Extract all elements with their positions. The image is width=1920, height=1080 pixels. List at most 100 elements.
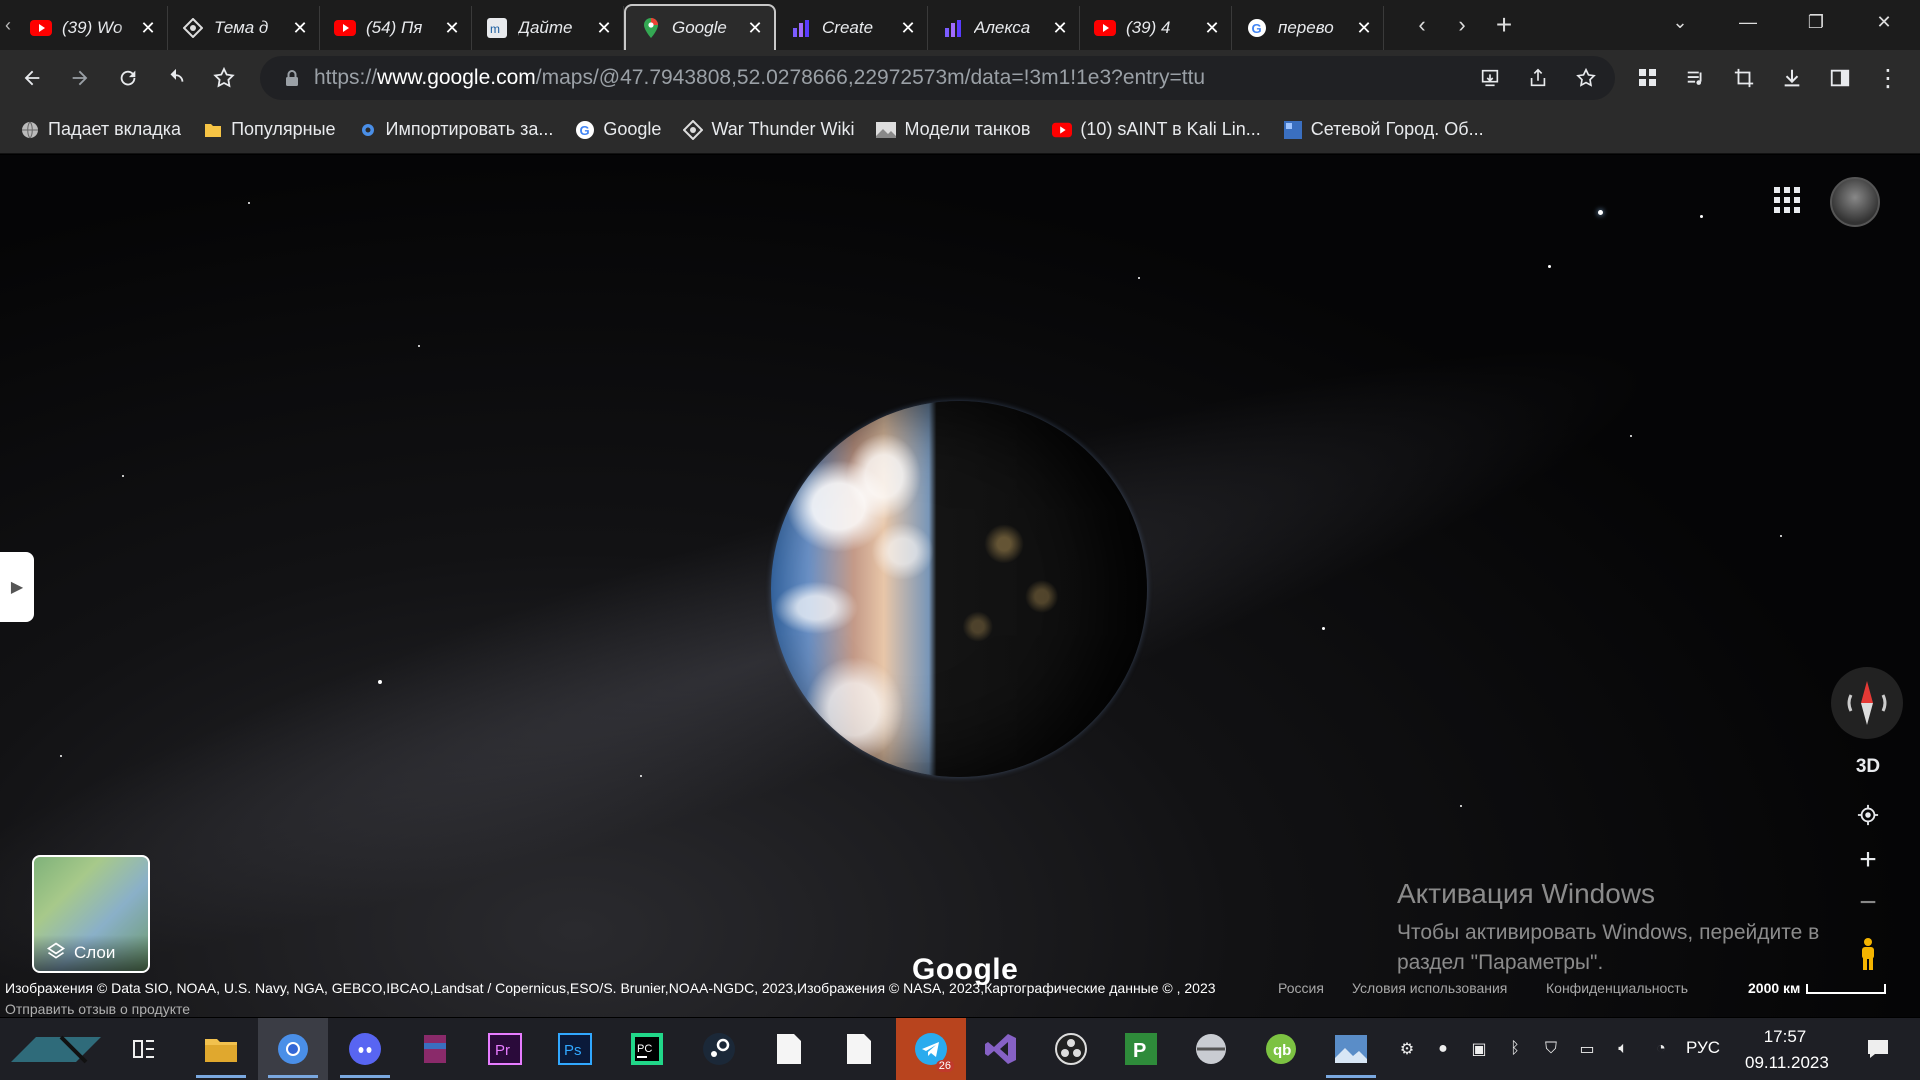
qbittorrent-icon[interactable]: qb <box>1246 1018 1316 1080</box>
security-shield-icon[interactable]: ⛉ <box>1536 1018 1566 1080</box>
bookmark-item[interactable]: War Thunder Wiki <box>683 119 854 140</box>
tab-close-icon[interactable]: ✕ <box>1355 18 1373 39</box>
tab-search-chevron-icon[interactable]: ⌄ <box>1646 0 1714 44</box>
bluetooth-icon[interactable]: ᛒ <box>1500 1018 1530 1080</box>
tab-close-icon[interactable]: ✕ <box>1051 18 1069 39</box>
forward-button[interactable] <box>60 50 100 106</box>
privacy-link[interactable]: Конфиденциальность <box>1546 980 1688 996</box>
extensions-grid-icon[interactable] <box>1628 50 1668 106</box>
tab-close-icon[interactable]: ✕ <box>595 18 613 39</box>
toggle-3d-button[interactable]: 3D <box>1845 747 1891 787</box>
browser-tab[interactable]: Gперево ✕ <box>1232 6 1384 50</box>
document-icon[interactable] <box>754 1018 824 1080</box>
zoom-in-button[interactable]: + <box>1845 839 1891 881</box>
browser-tab[interactable]: Алекса ✕ <box>928 6 1080 50</box>
street-view-pegman-icon[interactable] <box>1845 930 1891 980</box>
expand-sidebar-button[interactable]: ▶ <box>0 552 34 622</box>
tab-close-icon[interactable]: ✕ <box>291 18 309 39</box>
layers-button[interactable]: Слои <box>32 855 150 973</box>
start-button[interactable] <box>0 1018 112 1080</box>
map-scale[interactable]: 2000 км <box>1748 980 1887 996</box>
tray-app-icon[interactable]: ⚙ <box>1392 1018 1422 1080</box>
bookmark-item[interactable]: Сетевой Город. Об... <box>1283 119 1484 140</box>
lock-icon[interactable] <box>270 69 314 87</box>
country-link[interactable]: Россия <box>1278 980 1324 996</box>
download-icon[interactable] <box>1772 50 1812 106</box>
image-viewer-icon[interactable] <box>1316 1018 1386 1080</box>
tab-scroll-back-button[interactable]: ‹ <box>1402 0 1442 50</box>
pycharm-icon[interactable]: PC <box>612 1018 682 1080</box>
tab-close-icon[interactable]: ✕ <box>746 18 764 39</box>
address-bar[interactable]: https://www.google.com/maps/@47.7943808,… <box>260 56 1615 100</box>
tab-close-icon[interactable]: ✕ <box>139 18 157 39</box>
bookmark-item[interactable]: Падает вкладка <box>20 119 181 140</box>
telegram-icon[interactable]: 26 <box>896 1018 966 1080</box>
minimize-button[interactable]: — <box>1714 0 1782 44</box>
restore-button[interactable]: ❐ <box>1782 0 1850 44</box>
browser-tab[interactable]: (39) 4 ✕ <box>1080 6 1232 50</box>
tab-close-icon[interactable]: ✕ <box>1203 18 1221 39</box>
system-clock[interactable]: 17:57 09.11.2023 <box>1745 1024 1829 1076</box>
notifications-icon[interactable] <box>1855 1018 1901 1080</box>
bookmark-item[interactable]: G Google <box>575 119 661 140</box>
bookmark-label: Импортировать за... <box>385 119 554 139</box>
volume-icon[interactable]: 🔈︎ <box>1608 1018 1638 1080</box>
winrar-icon[interactable] <box>400 1018 470 1080</box>
bookmark-item[interactable]: (10) sAINT в Kali Lin... <box>1052 119 1261 140</box>
close-window-button[interactable]: ✕ <box>1850 0 1918 44</box>
discord-icon[interactable] <box>330 1018 400 1080</box>
steam-icon[interactable] <box>684 1018 754 1080</box>
browser-tab[interactable]: m Дайте ✕ <box>472 6 624 50</box>
browser-tab[interactable]: (54) Пя ✕ <box>320 6 472 50</box>
terms-link[interactable]: Условия использования <box>1352 980 1507 996</box>
browser-tab[interactable]: Тема д ✕ <box>168 6 320 50</box>
obs-icon[interactable] <box>1036 1018 1106 1080</box>
document-icon-2[interactable] <box>824 1018 894 1080</box>
compass-button[interactable] <box>1831 667 1903 739</box>
browser-menu-icon[interactable]: ⋮ <box>1868 50 1908 106</box>
tray-office-icon[interactable]: ▣ <box>1464 1018 1494 1080</box>
side-panel-icon[interactable] <box>1820 50 1860 106</box>
earth-globe[interactable] <box>771 401 1147 777</box>
undo-icon[interactable] <box>156 50 196 106</box>
photoshop-icon[interactable]: Ps <box>540 1018 610 1080</box>
task-view-icon[interactable] <box>114 1018 174 1080</box>
pro-app-icon[interactable] <box>1176 1018 1246 1080</box>
reload-button[interactable] <box>108 50 148 106</box>
bookmark-star-icon[interactable] <box>204 50 244 106</box>
tab-close-icon[interactable]: ✕ <box>899 18 917 39</box>
map-footer: Изображения © Data SIO, NOAA, U.S. Navy,… <box>0 977 1920 1017</box>
bookmark-page-star-icon[interactable] <box>1566 50 1606 106</box>
url-text[interactable]: https://www.google.com/maps/@47.7943808,… <box>314 66 1205 90</box>
tab-scroll-left-button[interactable]: ‹ <box>0 0 16 50</box>
project-p-icon[interactable]: P <box>1106 1018 1176 1080</box>
file-explorer-icon[interactable] <box>186 1018 256 1080</box>
crop-icon[interactable] <box>1724 50 1764 106</box>
maps-pin-icon <box>640 17 662 39</box>
browser-tab[interactable]: Create ✕ <box>776 6 928 50</box>
back-button[interactable] <box>12 50 52 106</box>
bookmark-item[interactable]: Популярные <box>203 119 336 140</box>
send-feedback-link[interactable]: Отправить отзыв о продукте <box>5 1001 190 1017</box>
language-indicator[interactable]: РУС <box>1686 1038 1720 1058</box>
bookmark-item[interactable]: Импортировать за... <box>358 119 554 140</box>
chrome-taskbar-icon[interactable] <box>258 1018 328 1080</box>
tab-active[interactable]: Google ✕ <box>624 4 776 50</box>
share-icon[interactable] <box>1518 50 1558 106</box>
tray-antivirus-icon[interactable]: ● <box>1428 1018 1458 1080</box>
install-app-icon[interactable] <box>1470 50 1510 106</box>
browser-tab[interactable]: (39) Wo ✕ <box>16 6 168 50</box>
tab-close-icon[interactable]: ✕ <box>443 18 461 39</box>
bookmark-item[interactable]: Модели танков <box>876 119 1030 140</box>
visual-studio-icon[interactable] <box>966 1018 1036 1080</box>
media-queue-icon[interactable] <box>1676 50 1716 106</box>
account-avatar[interactable] <box>1830 177 1880 227</box>
my-location-icon[interactable] <box>1845 795 1891 835</box>
network-icon[interactable]: ◔ <box>1646 1018 1676 1080</box>
google-apps-icon[interactable] <box>1774 187 1800 213</box>
tab-scroll-forward-button[interactable]: › <box>1442 0 1482 50</box>
premiere-pro-icon[interactable]: Pr <box>470 1018 540 1080</box>
zoom-out-button[interactable]: − <box>1845 883 1891 923</box>
battery-icon[interactable]: ▭ <box>1572 1018 1602 1080</box>
new-tab-button[interactable]: + <box>1482 0 1526 50</box>
